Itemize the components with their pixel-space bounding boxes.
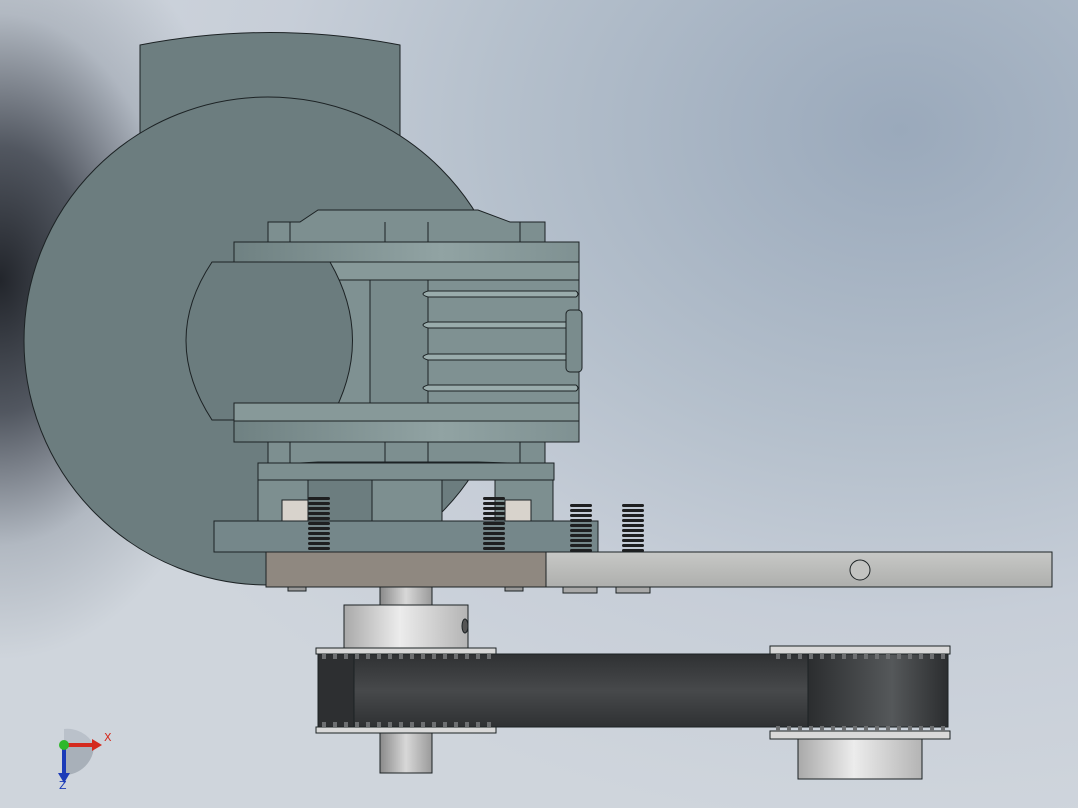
pulley-tooth	[410, 654, 414, 659]
cad-graphics-area[interactable]: X Z	[0, 0, 1078, 808]
pulley-tooth	[377, 722, 381, 727]
pulley-tooth	[919, 654, 923, 659]
pulley-tooth	[443, 654, 447, 659]
pulley-tooth	[941, 654, 945, 659]
pulley-tooth	[897, 726, 901, 731]
pulley-tooth	[366, 722, 370, 727]
x-axis-label: X	[104, 731, 112, 744]
pulley-tooth	[432, 722, 436, 727]
pulley-tooth	[886, 654, 890, 659]
set-screw-icon	[622, 504, 644, 552]
pulley-tooth	[941, 726, 945, 731]
pulley-tooth	[809, 726, 813, 731]
pulley-tooth	[322, 722, 326, 727]
pulley-tooth	[875, 726, 879, 731]
pulley-tooth	[432, 654, 436, 659]
pulley-tooth	[388, 722, 392, 727]
pulley-tooth	[487, 722, 491, 727]
pulley-tooth	[831, 654, 835, 659]
pulley-tooth	[853, 726, 857, 731]
pulley-tooth	[377, 654, 381, 659]
pulley-tooth	[842, 654, 846, 659]
pulley-tooth	[864, 654, 868, 659]
pulley-tooth	[410, 722, 414, 727]
pulley-tooth	[897, 654, 901, 659]
gearbox[interactable]	[185, 209, 580, 481]
pulley-tooth	[355, 722, 359, 727]
pulley-tooth	[875, 654, 879, 659]
pulley-tooth	[908, 654, 912, 659]
pulley-tooth	[465, 722, 469, 727]
pulley-tooth	[776, 726, 780, 731]
pulley-tooth	[930, 726, 934, 731]
coordinate-triad: X Z	[40, 725, 120, 795]
pulley-tooth	[787, 726, 791, 731]
pulley-tooth	[809, 654, 813, 659]
pulley-tooth	[333, 722, 337, 727]
pulley-tooth	[421, 654, 425, 659]
pulley-tooth	[820, 654, 824, 659]
pulley-tooth	[842, 726, 846, 731]
mount-flange[interactable]	[213, 479, 599, 553]
assembly-model[interactable]	[0, 0, 1078, 808]
pulley-tooth	[355, 654, 359, 659]
pulley-tooth	[421, 722, 425, 727]
pulley-tooth	[465, 654, 469, 659]
pulley-tooth	[798, 726, 802, 731]
pulley-tooth	[831, 726, 835, 731]
pulley-tooth	[443, 722, 447, 727]
pulley-tooth	[399, 722, 403, 727]
pulley-tooth	[454, 722, 458, 727]
pulley-tooth	[487, 654, 491, 659]
pulley-tooth	[388, 654, 392, 659]
pulley-tooth	[344, 722, 348, 727]
pulley-tooth	[787, 654, 791, 659]
pulley-tooth	[886, 726, 890, 731]
pulley-tooth	[776, 654, 780, 659]
pulley-tooth	[333, 654, 337, 659]
pulley-tooth	[366, 654, 370, 659]
pulley-tooth	[344, 654, 348, 659]
pulley-tooth	[399, 654, 403, 659]
pulley-tooth	[454, 654, 458, 659]
pulley-tooth	[798, 654, 802, 659]
pulley-tooth	[476, 722, 480, 727]
pulley-tooth	[908, 726, 912, 731]
timing-belt[interactable]	[317, 653, 949, 728]
pulley-tooth	[930, 654, 934, 659]
pulley-tooth	[820, 726, 824, 731]
z-axis-label: Z	[59, 779, 67, 792]
pulley-tooth	[322, 654, 326, 659]
pulley-tooth	[476, 654, 480, 659]
pulley-tooth	[864, 726, 868, 731]
pulley-tooth	[919, 726, 923, 731]
pulley-tooth	[853, 654, 857, 659]
